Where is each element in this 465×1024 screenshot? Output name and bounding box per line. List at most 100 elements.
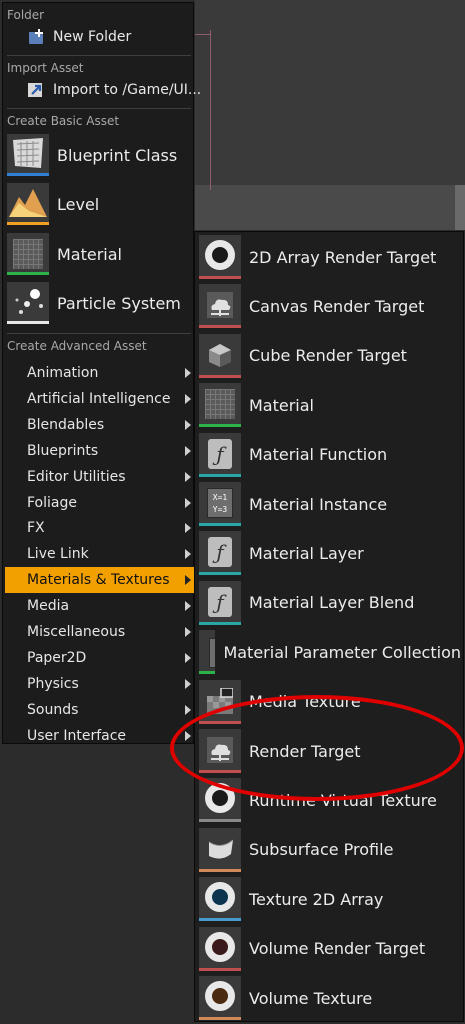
submenu-item-label: Material Layer [249, 543, 364, 563]
category-label: Live Link [27, 546, 89, 563]
submenu-item-volume-render-target[interactable]: Volume Render Target [199, 925, 461, 973]
viewport-guide-line [195, 34, 211, 35]
xy-card: X=1Y=6 [209, 638, 216, 669]
material-icon [7, 233, 49, 275]
submenu-item-material-layer-blend[interactable]: ƒ Material Layer Blend [199, 579, 461, 627]
import-icon [27, 81, 45, 99]
asset-type-bar [199, 374, 241, 378]
submenu-item-canvas-render-target[interactable]: Canvas Render Target [199, 282, 461, 330]
submenu-item-label: Material Instance [249, 494, 388, 514]
submenu-item-label: Volume Texture [249, 988, 373, 1008]
chevron-right-icon [185, 652, 191, 663]
asset-type-bar [199, 868, 241, 872]
submenu-item-material-function[interactable]: ƒ Material Function [199, 431, 461, 479]
submenu-item-label: Material Function [249, 445, 388, 465]
asset-type-bar [7, 272, 49, 275]
category-user-interface[interactable]: User Interface [5, 723, 195, 749]
chevron-right-icon [185, 497, 191, 508]
basic-asset-particle-system[interactable]: Particle System [7, 279, 193, 327]
category-materials-textures[interactable]: Materials & Textures [5, 567, 195, 594]
submenu-item-render-target[interactable]: Render Target [199, 727, 461, 775]
submenu-item-cube-render-target[interactable]: Cube Render Target [199, 332, 461, 380]
submenu-item-material-instance[interactable]: X=1 Y=3 Material Instance [199, 480, 461, 528]
level-icon [7, 183, 49, 225]
parameter-collection-icon: X=1Y=6 [199, 630, 216, 675]
category-editor-utilities[interactable]: Editor Utilities [5, 464, 195, 490]
submenu-item-label: Texture 2D Array [249, 889, 384, 909]
particle-system-icon [7, 282, 49, 324]
cloud-shape [207, 737, 233, 763]
asset-type-bar [199, 424, 241, 428]
section-header-folder: Folder [7, 8, 45, 22]
viewport-post [455, 185, 465, 230]
category-media[interactable]: Media [5, 593, 195, 619]
import-item[interactable]: Import to /Game/UI... [5, 78, 201, 102]
new-folder-icon [27, 28, 45, 46]
cloud-icon [199, 284, 241, 329]
category-physics[interactable]: Physics [5, 671, 195, 697]
basic-asset-level[interactable]: Level [7, 180, 193, 228]
submenu-item-subsurface-profile[interactable]: Subsurface Profile [199, 826, 461, 874]
ring-shape [205, 931, 235, 962]
submenu-item-material-parameter-collection[interactable]: X=1Y=6 Material Parameter Collection [199, 628, 461, 676]
function-icon: ƒ [199, 531, 241, 576]
submenu-item-label: Material Parameter Collection [223, 642, 461, 662]
submenu-item-2d-array-render-target[interactable]: 2D Array Render Target [199, 233, 461, 281]
chevron-right-icon [185, 575, 191, 586]
category-artificial-intelligence[interactable]: Artificial Intelligence [5, 386, 195, 412]
ring-shape [205, 882, 235, 913]
category-live-link[interactable]: Live Link [5, 541, 195, 567]
category-label: Editor Utilities [27, 468, 126, 485]
category-paper2d[interactable]: Paper2D [5, 645, 195, 671]
asset-type-bar [199, 1017, 241, 1020]
submenu-item-media-texture[interactable]: Media Texture [199, 678, 461, 726]
chevron-right-icon [185, 627, 191, 637]
submenu-item-label: Runtime Virtual Texture [249, 790, 437, 810]
submenu-item-material-layer[interactable]: ƒ Material Layer [199, 529, 461, 577]
category-foliage[interactable]: Foliage [5, 490, 195, 516]
chevron-right-icon [185, 730, 191, 741]
submenu-item-texture-2d-array[interactable]: Texture 2D Array [199, 875, 461, 923]
category-label: Materials & Textures [27, 572, 170, 589]
chevron-right-icon [185, 445, 191, 456]
category-sounds[interactable]: Sounds [5, 697, 195, 723]
category-label: Media [27, 598, 70, 615]
category-animation[interactable]: Animation [5, 360, 195, 386]
submenu-item-label: Material [249, 395, 314, 415]
category-label: Artificial Intelligence [27, 390, 171, 407]
submenu-item-label: Material Layer Blend [249, 593, 415, 613]
separator [7, 55, 191, 56]
ring-icon [199, 976, 241, 1020]
chevron-right-icon [185, 419, 191, 430]
asset-type-bar [199, 720, 241, 724]
category-label: Physics [27, 675, 79, 692]
submenu-item-material[interactable]: Material [199, 381, 461, 429]
category-label: Blendables [27, 416, 105, 433]
asset-type-bar [199, 276, 241, 279]
basic-asset-blueprint-class[interactable]: Blueprint Class [7, 131, 193, 179]
submenu-item-runtime-virtual-texture[interactable]: Runtime Virtual Texture [199, 776, 461, 824]
cube-icon [199, 333, 241, 378]
category-blendables[interactable]: Blendables [5, 412, 195, 438]
submenu-item-volume-texture[interactable]: Volume Texture [199, 974, 461, 1022]
basic-asset-label: Particle System [57, 293, 181, 313]
asset-type-bar [199, 325, 241, 329]
new-folder-item[interactable]: New Folder [5, 25, 191, 49]
asset-type-bar [7, 321, 49, 324]
category-blueprints[interactable]: Blueprints [5, 438, 195, 464]
xy-line: Y=6 [215, 655, 216, 664]
ring-icon [199, 778, 241, 823]
basic-asset-material[interactable]: Material [7, 230, 193, 278]
asset-type-bar [199, 621, 241, 625]
category-miscellaneous[interactable]: Miscellaneous [5, 619, 195, 645]
asset-type-bar [199, 473, 241, 477]
function-glyph: ƒ [208, 438, 232, 469]
category-label: Miscellaneous [27, 624, 126, 640]
submenu-item-label: Canvas Render Target [249, 296, 425, 316]
category-fx[interactable]: FX [5, 515, 195, 541]
new-folder-label: New Folder [53, 29, 132, 45]
viewport-guide-line [210, 30, 211, 190]
chevron-right-icon [185, 393, 191, 404]
category-label: FX [27, 520, 45, 537]
submenu-item-label: Render Target [249, 741, 361, 761]
